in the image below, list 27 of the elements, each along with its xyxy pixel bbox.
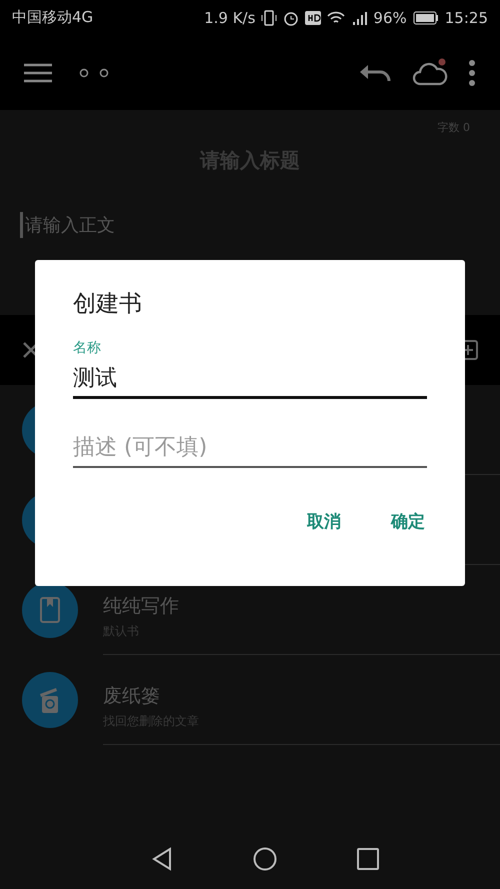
back-icon[interactable] xyxy=(151,847,173,871)
field-label: 名称 xyxy=(73,339,102,357)
wifi-icon xyxy=(327,10,346,24)
more-icon[interactable] xyxy=(468,60,476,86)
recent-apps-icon[interactable] xyxy=(357,848,379,870)
home-icon[interactable] xyxy=(253,847,277,871)
input-field[interactable]: 描述 (可不填) xyxy=(73,429,427,468)
cloud-sync-icon[interactable] xyxy=(412,58,448,88)
dialog-button[interactable]: 确定 xyxy=(381,502,435,541)
bookmark-book-icon xyxy=(39,596,61,624)
carrier-name: 中国移动4G xyxy=(12,8,94,27)
dialog-title: 创建书 xyxy=(73,290,143,319)
vibrate-icon xyxy=(261,10,278,26)
battery-icon xyxy=(412,10,439,24)
text-cursor xyxy=(20,212,23,238)
clock-time: 15:25 xyxy=(444,8,488,26)
signal-icon xyxy=(351,10,368,24)
network-speed: 1.9 K/s xyxy=(204,8,256,26)
battery-percent: 96% xyxy=(373,8,407,26)
input-field[interactable]: 测试 xyxy=(73,359,427,399)
body-placeholder[interactable]: 请输入正文 xyxy=(25,213,115,237)
book-title[interactable]: 纯纯写作 xyxy=(103,593,500,619)
hd-icon xyxy=(305,10,322,24)
book-title[interactable]: 废纸篓 xyxy=(103,683,500,709)
menu-icon[interactable] xyxy=(24,62,52,82)
dialog-button[interactable]: 取消 xyxy=(297,502,351,541)
alarm-icon xyxy=(283,10,300,26)
